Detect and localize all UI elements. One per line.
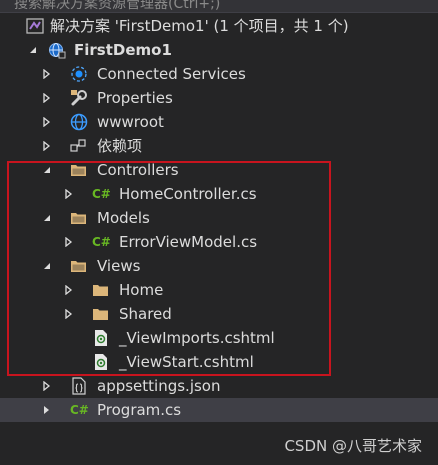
collapsed-arrow-icon[interactable] — [42, 141, 52, 151]
tree-row-views[interactable]: Views — [0, 254, 438, 278]
collapsed-arrow-icon[interactable] — [64, 309, 74, 319]
razor-file-icon — [95, 354, 107, 370]
folder-open-icon — [71, 213, 86, 224]
csharp-file-icon: C# — [92, 235, 111, 249]
shared-folder-label: Shared — [119, 305, 172, 323]
tree-row-view-start[interactable]: _ViewStart.cshtml — [0, 350, 438, 374]
tree-row-project[interactable]: FirstDemo1 — [0, 38, 438, 62]
view-imports-label: _ViewImports.cshtml — [119, 329, 275, 347]
error-view-model-label: ErrorViewModel.cs — [119, 233, 258, 251]
collapsed-arrow-icon[interactable] — [42, 117, 52, 127]
razor-file-icon — [95, 330, 107, 346]
tree-row-program[interactable]: C# Program.cs — [0, 398, 438, 422]
properties-label: Properties — [97, 89, 173, 107]
collapsed-arrow-icon[interactable] — [64, 237, 74, 247]
tree-row-view-imports[interactable]: _ViewImports.cshtml — [0, 326, 438, 350]
folder-icon — [93, 309, 108, 320]
solution-icon — [26, 18, 44, 34]
program-label: Program.cs — [97, 401, 182, 419]
search-bar[interactable]: 搜索解决方案资源管理器(Ctrl+;) — [0, 0, 438, 13]
expanded-arrow-icon[interactable] — [42, 261, 52, 271]
csharp-file-icon: C# — [92, 187, 111, 201]
collapsed-arrow-icon[interactable] — [42, 405, 52, 415]
expanded-arrow-icon[interactable] — [42, 165, 52, 175]
search-placeholder: 搜索解决方案资源管理器(Ctrl+;) — [14, 0, 221, 12]
tree-row-controllers[interactable]: Controllers — [0, 158, 438, 182]
tree-row-home-controller[interactable]: C# HomeController.cs — [0, 182, 438, 206]
wrench-icon — [71, 90, 87, 106]
collapsed-arrow-icon[interactable] — [64, 189, 74, 199]
project-label: FirstDemo1 — [74, 41, 172, 59]
tree-row-error-view-model[interactable]: C# ErrorViewModel.cs — [0, 230, 438, 254]
solution-label: 解决方案 'FirstDemo1' (1 个项目，共 1 个) — [50, 17, 349, 35]
wwwroot-label: wwwroot — [97, 113, 164, 131]
tree-row-home-folder[interactable]: Home — [0, 278, 438, 302]
dependencies-icon — [70, 139, 86, 152]
tree-row-models[interactable]: Models — [0, 206, 438, 230]
json-file-icon — [72, 377, 86, 395]
dependencies-label: 依赖项 — [97, 137, 143, 155]
models-label: Models — [97, 209, 150, 227]
tree-row-shared-folder[interactable]: Shared — [0, 302, 438, 326]
tree-row-properties[interactable]: Properties — [0, 86, 438, 110]
web-project-icon — [49, 43, 66, 59]
connected-services-label: Connected Services — [97, 65, 246, 83]
folder-open-icon — [71, 165, 86, 176]
connected-services-icon — [71, 66, 87, 82]
home-folder-label: Home — [119, 281, 164, 299]
expanded-arrow-icon[interactable] — [28, 45, 38, 55]
solution-explorer-tree: 解决方案 'FirstDemo1' (1 个项目，共 1 个) FirstDem… — [0, 13, 438, 465]
collapsed-arrow-icon[interactable] — [42, 69, 52, 79]
appsettings-label: appsettings.json — [97, 377, 221, 395]
globe-icon — [70, 113, 88, 131]
tree-row-wwwroot[interactable]: wwwroot — [0, 110, 438, 134]
views-label: Views — [97, 257, 141, 275]
home-controller-label: HomeController.cs — [119, 185, 257, 203]
tree-row-solution[interactable]: 解决方案 'FirstDemo1' (1 个项目，共 1 个) — [0, 14, 438, 38]
collapsed-arrow-icon[interactable] — [42, 381, 52, 391]
view-start-label: _ViewStart.cshtml — [119, 353, 254, 371]
controllers-label: Controllers — [97, 161, 179, 179]
folder-open-icon — [71, 261, 86, 272]
folder-icon — [93, 285, 108, 296]
tree-row-dependencies[interactable]: 依赖项 — [0, 134, 438, 158]
tree-row-appsettings[interactable]: appsettings.json — [0, 374, 438, 398]
watermark: CSDN @八哥艺术家 — [284, 437, 422, 455]
csharp-file-icon: C# — [70, 403, 89, 417]
tree-row-connected-services[interactable]: Connected Services — [0, 62, 438, 86]
collapsed-arrow-icon[interactable] — [42, 93, 52, 103]
expanded-arrow-icon[interactable] — [42, 213, 52, 223]
collapsed-arrow-icon[interactable] — [64, 285, 74, 295]
